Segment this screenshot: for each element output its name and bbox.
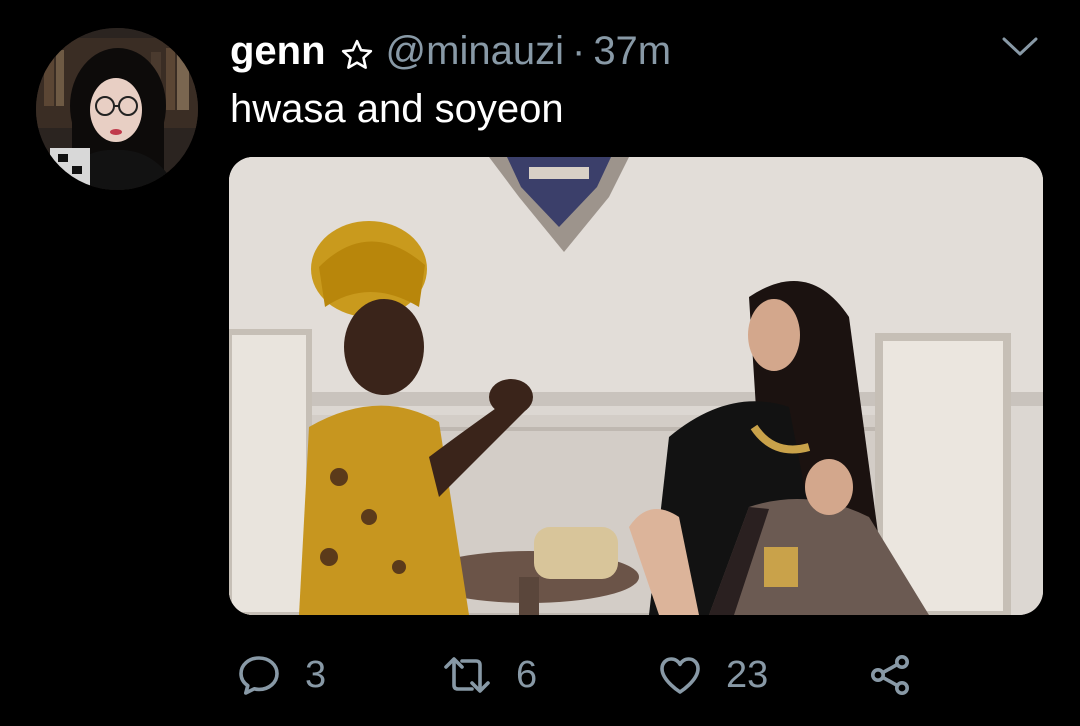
star-outline-icon (340, 34, 374, 69)
retweet-icon (440, 651, 494, 699)
retweet-button[interactable]: 6 (440, 640, 537, 710)
share-icon (866, 651, 914, 699)
author-avatar[interactable] (36, 28, 198, 190)
heart-icon (656, 651, 704, 699)
reply-count: 3 (305, 653, 327, 696)
header-separator: · (571, 29, 586, 73)
like-count: 23 (726, 653, 769, 696)
tweet[interactable]: genn @minauzi · 37m hwasa and soyeon 3 6… (0, 0, 1080, 726)
author-display-name[interactable]: genn (230, 26, 326, 76)
tweet-header: genn @minauzi · 37m (230, 26, 671, 76)
tweet-actions: 3 6 23 (0, 640, 1080, 710)
retweet-count: 6 (516, 653, 538, 696)
chevron-down-icon[interactable] (1000, 34, 1040, 60)
reply-icon (235, 651, 283, 699)
tweet-text: hwasa and soyeon (230, 87, 564, 131)
tweet-timestamp[interactable]: 37m (593, 26, 671, 76)
tweet-photo[interactable] (229, 157, 1043, 615)
share-button[interactable] (866, 640, 914, 710)
like-button[interactable]: 23 (656, 640, 768, 710)
author-handle[interactable]: @minauzi (386, 26, 564, 76)
reply-button[interactable]: 3 (235, 640, 326, 710)
